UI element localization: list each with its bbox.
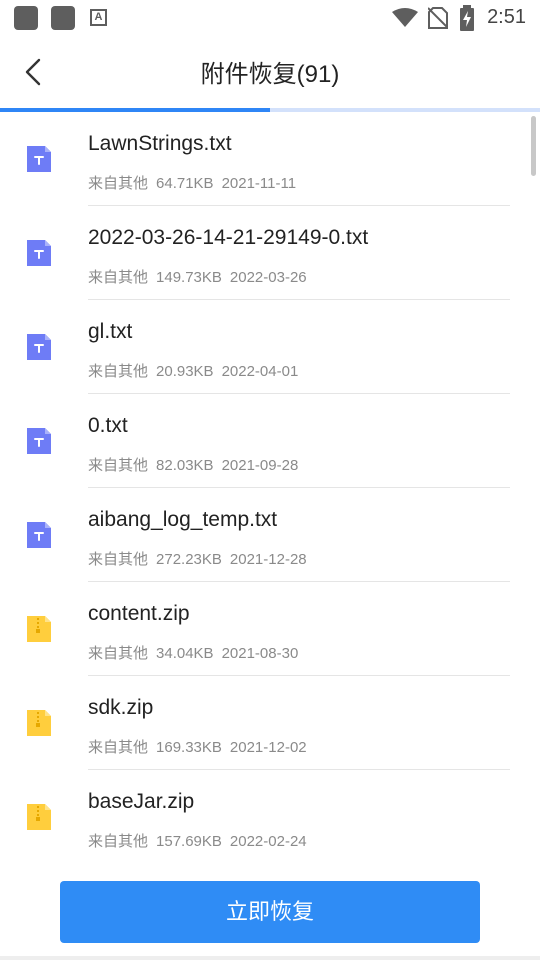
file-list-item[interactable]: gl.txt 来自其他 20.93KB 2022-04-01 [0,300,540,394]
app-square-icon [51,6,75,30]
file-size: 82.03KB [156,457,214,474]
file-source: 来自其他 [88,551,149,568]
file-name: aibang_log_temp.txt [88,508,278,531]
zip-file-icon [27,616,51,642]
file-size: 169.33KB [156,739,222,756]
file-list-item[interactable]: baseJar.zip 来自其他 157.69KB 2022-02-24 [0,770,540,862]
bottom-divider [0,956,540,960]
file-name: content.zip [88,602,190,625]
zip-file-icon [27,804,51,830]
status-time: 2:51 [487,6,526,28]
text-file-icon [27,428,51,454]
no-sim-icon [428,7,448,29]
text-file-icon [27,522,51,548]
file-size: 149.73KB [156,269,222,286]
file-name: baseJar.zip [88,790,195,813]
file-source: 来自其他 [88,739,149,756]
text-file-icon [27,334,51,360]
file-date: 2021-08-30 [221,645,299,662]
text-file-icon [27,146,51,172]
file-source: 来自其他 [88,363,149,380]
file-size: 64.71KB [156,175,214,192]
file-meta: 来自其他 64.71KB 2021-11-11 [88,172,304,193]
file-source: 来自其他 [88,457,149,474]
wifi-icon [392,8,418,27]
file-date: 2021-12-28 [229,551,307,568]
file-list-item[interactable]: sdk.zip 来自其他 169.33KB 2021-12-02 [0,676,540,770]
file-meta: 来自其他 34.04KB 2021-08-30 [88,642,306,663]
file-list-item[interactable]: content.zip 来自其他 34.04KB 2021-08-30 [0,582,540,676]
file-list-item[interactable]: 0.txt 来自其他 82.03KB 2021-09-28 [0,394,540,488]
file-date: 2021-12-02 [229,739,307,756]
file-source: 来自其他 [88,645,149,662]
file-date: 2021-09-28 [221,457,299,474]
file-size: 157.69KB [156,833,222,850]
file-date: 2022-04-01 [221,363,299,380]
file-meta: 来自其他 169.33KB 2021-12-02 [88,736,315,757]
file-name: sdk.zip [88,696,154,719]
file-list-item[interactable]: LawnStrings.txt 来自其他 64.71KB 2021-11-11 [0,112,540,206]
file-date: 2021-11-11 [221,175,297,192]
file-size: 34.04KB [156,645,214,662]
zip-file-icon [27,710,51,736]
file-meta: 来自其他 20.93KB 2022-04-01 [88,360,306,381]
file-name: gl.txt [88,320,133,343]
file-source: 来自其他 [88,833,149,850]
restore-now-button[interactable]: 立即恢复 [60,881,480,943]
file-source: 来自其他 [88,269,149,286]
file-date: 2022-03-26 [229,269,307,286]
file-meta: 来自其他 149.73KB 2022-03-26 [88,266,315,287]
file-meta: 来自其他 157.69KB 2022-02-24 [88,830,315,851]
file-name: LawnStrings.txt [88,132,232,155]
file-name: 2022-03-26-14-21-29149-0.txt [88,226,369,249]
page-title: 附件恢复(91) [200,61,340,88]
text-a-icon: A [90,9,107,26]
file-size: 272.23KB [156,551,222,568]
file-list-item[interactable]: 2022-03-26-14-21-29149-0.txt 来自其他 149.73KB… [0,206,540,300]
file-size: 20.93KB [156,363,214,380]
scrollbar[interactable] [531,116,536,176]
battery-charging-icon [460,5,474,31]
file-list[interactable]: LawnStrings.txt 来自其他 64.71KB 2021-11-11 2022… [0,112,540,862]
file-name: 0.txt [88,414,128,437]
file-source: 来自其他 [88,175,149,192]
status-bar: A 2:51 [0,0,540,36]
file-date: 2022-02-24 [229,833,307,850]
file-list-item[interactable]: aibang_log_temp.txt 来自其他 272.23KB 2021-12-2… [0,488,540,582]
app-square-icon [14,6,38,30]
app-header: 附件恢复(91) [0,36,540,108]
text-file-icon [27,240,51,266]
file-meta: 来自其他 272.23KB 2021-12-28 [88,548,315,569]
file-meta: 来自其他 82.03KB 2021-09-28 [88,454,306,475]
